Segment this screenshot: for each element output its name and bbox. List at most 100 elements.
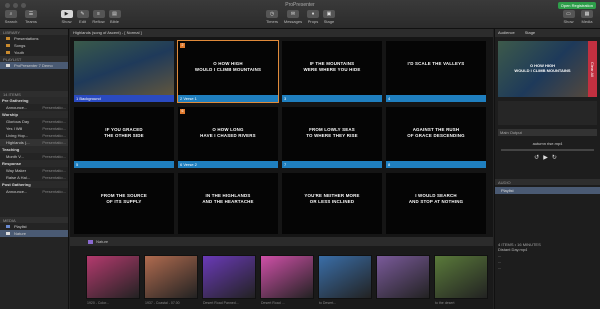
slide-text: IF YOU GRACED THE OTHER SIDE (104, 127, 144, 138)
search-button[interactable]: ⌕ Search (4, 10, 18, 24)
list-item[interactable]: Announce... Presentatio... (0, 188, 68, 195)
registration-button[interactable]: Open Registration (557, 2, 596, 9)
list-item-selected[interactable]: Highlands (... Presentatio... (0, 139, 68, 146)
media-bin-title: Nature (96, 239, 109, 244)
slide-thumbnail[interactable]: AGAINST THE RUSH OF GRACE DESCENDING 8 (386, 107, 486, 168)
slide-thumbnail[interactable]: IF YOU GRACED THE OTHER SIDE 5 (74, 107, 174, 168)
slide-thumbnail[interactable]: IN THE HIGHLANDS AND THE HEARTACHE (178, 173, 278, 234)
media-thumbnail[interactable]: to Desert... (318, 255, 372, 305)
media-caption: to the desert (435, 301, 455, 305)
screen-icon: ▭ (562, 10, 575, 18)
play-icon: ▶ (60, 10, 73, 18)
folder-icon (6, 51, 10, 54)
presentation-title: Highlands (song of Ascent) - [ Normal ] (70, 29, 493, 37)
play-icon[interactable]: ▶ (543, 155, 552, 161)
list-item[interactable]: Raise A Hal... Presentatio... (0, 174, 68, 181)
message-icon: ✉ (287, 10, 299, 18)
folder-icon (6, 44, 10, 47)
slide-label-bar: 8 (386, 161, 486, 168)
output-dropdown[interactable]: Main Output (498, 129, 597, 136)
slide-label-bar: 6 Verse 2 (178, 161, 278, 168)
list-item[interactable]: Month V... Presentatio... (0, 153, 68, 160)
media-nature-item[interactable]: Nature (0, 230, 68, 237)
preview-text: O HOW HIGH WOULD I CLIMB MOUNTAINS (514, 63, 571, 73)
audience-label[interactable]: Audience (498, 29, 515, 37)
props-button[interactable]: ♦ Props (306, 10, 320, 24)
audio-playlist-item[interactable]: Playlist (495, 187, 600, 194)
stage-button[interactable]: ▣ Stage (322, 10, 336, 24)
media-caption: Desert Road ... (261, 301, 285, 305)
bible-button[interactable]: ▤ Bible (108, 10, 121, 24)
slide-thumbnail[interactable]: FROM THE SOURCE OF ITS SUPPLY (74, 173, 174, 234)
slide-thumbnail[interactable]: IF THE MOUNTAINS WERE WHERE YOU HIDE 3 (282, 41, 382, 102)
reflow-button[interactable]: ≡ Reflow (92, 10, 105, 24)
slide-thumbnail[interactable]: YOU'RE NEITHER MORE OR LESS INCLINED (282, 173, 382, 234)
media-thumbnail[interactable]: 1937 - Coastal - 07.00 (144, 255, 198, 305)
slide-thumbnail[interactable]: I'D SCALE THE VALLEYS 4 (386, 41, 486, 102)
timers-button[interactable]: ◷ Timers (265, 10, 279, 24)
slide-thumbnail[interactable]: O HOW HIGH WOULD I CLIMB MOUNTAINS 2 2 Ver… (177, 40, 279, 103)
media-thumbnail[interactable]: Desert Road ... (260, 255, 314, 305)
media-folder-icon (88, 239, 93, 244)
media-thumbnail[interactable] (376, 255, 430, 299)
forward-icon[interactable]: ↻ (552, 155, 561, 161)
slide-marker: 6 (180, 109, 185, 114)
messages-button[interactable]: ✉ Messages (283, 10, 303, 24)
list-item[interactable]: Way Maker Presentatio... (0, 167, 68, 174)
group-post-gathering[interactable]: Post Gathering (0, 181, 68, 188)
media-caption: to Desert... (319, 301, 337, 305)
slide-text: FROM LOWLY SEAS TO WHERE THEY RISE (306, 127, 358, 138)
media-caption: 1920 - Color... (87, 301, 109, 305)
library-sidebar: LIBRARY Presentations Songs Youth PLAYLI… (0, 29, 69, 309)
folder-icon (6, 232, 10, 235)
list-item[interactable]: Living Hop... Presentatio... (0, 132, 68, 139)
media-button[interactable]: ▦ Media (580, 10, 594, 24)
library-item-songs[interactable]: Songs (0, 42, 68, 49)
group-pre-gathering[interactable]: Pre Gathering (0, 97, 68, 104)
clock-icon: ◷ (266, 10, 278, 18)
bible-icon: ▤ (108, 10, 121, 18)
group-response[interactable]: Response (0, 160, 68, 167)
group-teaching[interactable]: Teaching (0, 146, 68, 153)
folder-icon (6, 37, 10, 40)
slide-label-bar: 7 (282, 161, 382, 168)
playlist-item[interactable]: ProPresenter 7 Demo (0, 62, 68, 69)
slide-thumbnail[interactable]: I WOULD SEARCH AND STOP AT NOTHING (386, 173, 486, 234)
media-thumbnail[interactable]: Desert Road Panned... (202, 255, 256, 305)
media-thumbnail[interactable]: 1920 - Color... (86, 255, 140, 305)
media-playlist-item[interactable]: Playlist (0, 223, 68, 230)
group-worship[interactable]: Worship (0, 111, 68, 118)
playlist-icon (6, 225, 10, 228)
audio-filename: autumn rise.mp4 (532, 141, 563, 146)
list-item[interactable]: Glorious Day Presentatio... (0, 118, 68, 125)
slide-thumbnail[interactable]: O HOW LONG HAVE I CHASED RIVERS 6 6 Verse … (178, 107, 278, 168)
search-icon: ⌕ (5, 10, 17, 18)
slide-thumbnail[interactable]: FROM LOWLY SEAS TO WHERE THEY RISE 7 (282, 107, 382, 168)
list-item[interactable]: Yes I Will Presentatio... (0, 125, 68, 132)
reflow-icon: ≡ (92, 10, 105, 18)
slide-text: I WOULD SEARCH AND STOP AT NOTHING (408, 193, 464, 204)
teams-button[interactable]: ☰ Teams (24, 10, 38, 24)
edit-button[interactable]: ✎ Edit (76, 10, 89, 24)
slide-marker: 2 (180, 43, 185, 48)
clear-all-button[interactable]: Clear All (588, 41, 597, 97)
slide-thumbnail[interactable]: 1 Background (74, 41, 174, 102)
mic-icon: ♦ (307, 10, 319, 18)
show-output-button[interactable]: ▭ Show (562, 10, 575, 24)
track-item[interactable]: ... (498, 265, 600, 271)
list-item[interactable]: Announce... Presentatio... (0, 104, 68, 111)
slide-text: I'D SCALE THE VALLEYS (407, 61, 465, 66)
window-title: ProPresenter (285, 2, 315, 8)
progress-bar[interactable] (501, 149, 594, 151)
preview-output: O HOW HIGH WOULD I CLIMB MOUNTAINS Clear… (498, 41, 597, 97)
show-mode-button[interactable]: ▶ Show (60, 10, 73, 24)
slide-text: O HOW LONG HAVE I CHASED RIVERS (200, 127, 256, 138)
audio-header: AUDIO (495, 179, 600, 185)
rewind-icon[interactable]: ↺ (534, 155, 543, 161)
library-item-youth[interactable]: Youth (0, 49, 68, 56)
slide-label-bar: 2 Verse 1 (178, 95, 278, 102)
media-thumbnail[interactable]: to the desert (434, 255, 488, 305)
library-item-presentations[interactable]: Presentations (0, 35, 68, 42)
pencil-icon: ✎ (76, 10, 89, 18)
stage-label[interactable]: Stage (525, 29, 535, 37)
